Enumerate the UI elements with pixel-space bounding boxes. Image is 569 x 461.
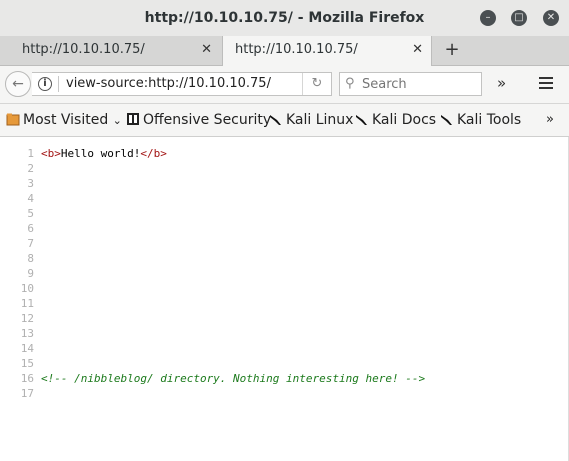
source-line: 11 [0, 296, 41, 311]
line-number: 17 [20, 387, 34, 400]
kali-dragon-icon [270, 115, 281, 125]
tab-1[interactable]: http://10.10.10.75/ ✕ [10, 36, 220, 65]
tab-label: http://10.10.10.75/ [235, 42, 358, 57]
line-number: 7 [27, 237, 34, 250]
line-number: 2 [27, 162, 34, 175]
maximize-icon[interactable]: □ [511, 10, 527, 26]
close-tab-icon[interactable]: ✕ [201, 36, 212, 64]
bookmark-label: Offensive Security [143, 112, 272, 128]
navigation-toolbar: ← i view-source:http://10.10.10.75/ ↻ ⚲ … [0, 66, 569, 104]
html-comment: <!-- /nibbleblog/ directory. Nothing int… [41, 372, 426, 385]
minimize-icon[interactable]: – [480, 10, 496, 26]
source-line: 15 [0, 356, 41, 371]
close-window-icon[interactable]: ✕ [543, 10, 559, 26]
source-line: 3 [0, 176, 41, 191]
line-number: 3 [27, 177, 34, 190]
search-box[interactable]: ⚲ [339, 72, 482, 96]
bookmarks-toolbar: Most Visited ⌄ Offensive Security Kali L… [0, 104, 569, 137]
line-number: 10 [20, 282, 34, 295]
reload-icon[interactable]: ↻ [302, 73, 331, 95]
source-line: 13 [0, 326, 41, 341]
bookmark-kali-docs[interactable]: Kali Docs [355, 104, 436, 136]
toolbar-overflow-icon[interactable]: » [497, 74, 506, 92]
source-line: 10 [0, 281, 41, 296]
line-number: 5 [27, 207, 34, 220]
new-tab-button[interactable]: + [442, 36, 462, 65]
url-separator [58, 76, 59, 92]
search-icon: ⚲ [345, 76, 355, 91]
url-text[interactable]: view-source:http://10.10.10.75/ [66, 73, 271, 95]
kali-dragon-icon [441, 115, 452, 125]
view-source-content: 1 <b>Hello world!</b> 2 3 4 5 6 7 8 9 10 … [0, 137, 569, 461]
source-line: 14 [0, 341, 41, 356]
bookmark-label: Kali Docs [372, 112, 437, 128]
source-line: 1 <b>Hello world!</b> [0, 146, 167, 161]
line-number: 14 [20, 342, 34, 355]
source-line: 4 [0, 191, 41, 206]
tab-strip: http://10.10.10.75/ ✕ http://10.10.10.75… [0, 36, 569, 66]
source-line: 8 [0, 251, 41, 266]
folder-icon [6, 113, 20, 126]
bookmark-label: Kali Tools [457, 112, 522, 128]
window-titlebar: http://10.10.10.75/ - Mozilla Firefox – … [0, 0, 569, 36]
source-text: Hello world! [60, 147, 141, 160]
source-line: 5 [0, 206, 41, 221]
bookmark-label: Kali Linux [286, 112, 354, 128]
url-bar[interactable]: i view-source:http://10.10.10.75/ ↻ [32, 72, 332, 96]
bookmark-offensive-security[interactable]: Offensive Security [126, 104, 271, 136]
source-line: 16 <!-- /nibbleblog/ directory. Nothing i… [0, 371, 425, 386]
line-number: 6 [27, 222, 34, 235]
line-number: 16 [20, 372, 34, 385]
source-line: 17 [0, 386, 41, 401]
line-number: 15 [20, 357, 34, 370]
html-close-tag: </b> [140, 147, 167, 160]
tab-label: http://10.10.10.75/ [22, 42, 145, 57]
source-line: 12 [0, 311, 41, 326]
source-line: 9 [0, 266, 41, 281]
source-line: 2 [0, 161, 41, 176]
line-number: 4 [27, 192, 34, 205]
bookmark-most-visited[interactable]: Most Visited ⌄ [6, 104, 122, 136]
source-line: 7 [0, 236, 41, 251]
line-number: 8 [27, 252, 34, 265]
line-number: 13 [20, 327, 34, 340]
offsec-icon [127, 113, 139, 125]
html-open-tag: <b> [41, 147, 61, 160]
search-input[interactable] [362, 73, 472, 95]
chevron-down-icon: ⌄ [112, 114, 122, 127]
line-number: 12 [20, 312, 34, 325]
back-button[interactable]: ← [5, 71, 31, 97]
hamburger-menu-icon[interactable] [539, 77, 553, 89]
line-number: 9 [27, 267, 34, 280]
bookmarks-overflow-icon[interactable]: » [546, 104, 554, 136]
tab-2-active[interactable]: http://10.10.10.75/ ✕ [222, 36, 432, 66]
source-line: 6 [0, 221, 41, 236]
bookmark-kali-linux[interactable]: Kali Linux [269, 104, 353, 136]
close-tab-icon[interactable]: ✕ [412, 36, 423, 64]
line-number: 1 [27, 147, 34, 160]
bookmark-kali-tools[interactable]: Kali Tools [440, 104, 521, 136]
line-number: 11 [20, 297, 34, 310]
info-icon[interactable]: i [38, 77, 52, 91]
kali-dragon-icon [356, 115, 367, 125]
bookmark-label: Most Visited [23, 112, 109, 128]
